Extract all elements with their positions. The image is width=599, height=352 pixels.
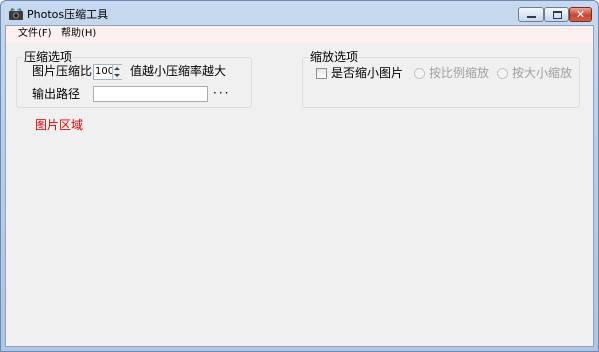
browse-button[interactable]: ···	[213, 86, 230, 100]
spinner-buttons	[112, 65, 122, 79]
menu-bar: 文件(F) 帮助(H)	[6, 26, 593, 43]
photos-app-icon	[9, 8, 23, 20]
scale-by-ratio-radio[interactable]	[414, 68, 425, 79]
spin-up-arrow-icon[interactable]	[114, 67, 120, 70]
close-icon: ✕	[575, 8, 586, 21]
spin-down-arrow-icon[interactable]	[114, 74, 120, 77]
menu-file[interactable]: 文件(F)	[14, 27, 56, 41]
window-title: Photos压缩工具	[27, 8, 109, 21]
scale-by-size-radio[interactable]	[497, 68, 508, 79]
scale-by-size-label: 按大小缩放	[512, 66, 573, 80]
compress-ratio-hint: 值越小压缩率越大	[130, 64, 227, 78]
compress-ratio-label: 图片压缩比	[32, 64, 93, 78]
scale-down-label: 是否缩小图片	[331, 66, 404, 80]
scale-by-ratio-label: 按比例缩放	[429, 66, 490, 80]
minimize-button[interactable]	[518, 7, 544, 22]
scale-options-group: 缩放选项 是否缩小图片 按比例缩放 按大小缩放	[302, 50, 580, 108]
close-button[interactable]: ✕	[569, 7, 592, 22]
app-window: Photos压缩工具 ✕ 文件(F) 帮助(H) 压缩选项 图片压缩比 100 …	[0, 0, 599, 352]
menu-help[interactable]: 帮助(H)	[57, 27, 100, 41]
output-path-label: 输出路径	[32, 87, 81, 101]
scale-down-checkbox[interactable]	[316, 68, 327, 79]
client-area: 文件(F) 帮助(H) 压缩选项 图片压缩比 100 值越小压缩率越大 输出路径…	[5, 25, 594, 347]
compress-options-title: 压缩选项	[23, 50, 74, 65]
compress-options-group: 压缩选项 图片压缩比 100 值越小压缩率越大 输出路径 ···	[16, 50, 252, 108]
scale-options-title: 缩放选项	[309, 50, 360, 65]
title-bar[interactable]: Photos压缩工具 ✕	[1, 1, 598, 25]
maximize-button[interactable]	[544, 7, 569, 22]
output-path-input[interactable]	[93, 86, 208, 102]
compress-ratio-spinner[interactable]: 100	[93, 64, 122, 80]
image-area-label: 图片区域	[35, 118, 84, 132]
